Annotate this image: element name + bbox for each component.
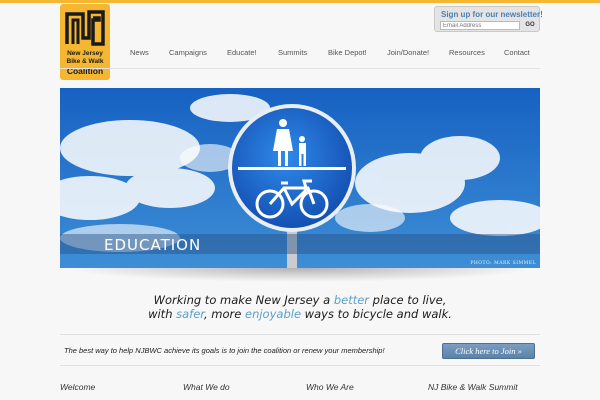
njbwc-logo-mark [65, 10, 105, 46]
tagline-line2: with safer, more enjoyable ways to bicyc… [60, 307, 540, 321]
logo-text-line2: Bike & Walk [66, 58, 104, 65]
newsletter-signup: Sign up for our newsletter! GO [434, 6, 543, 32]
nav-item-resources[interactable]: Resources [449, 48, 485, 57]
tagline-highlight-enjoyable: enjoyable [245, 307, 302, 321]
tagline-text: , more [203, 307, 245, 321]
tagline-text: with [148, 307, 177, 321]
tagline-text: ways to bicycle and walk. [301, 307, 452, 321]
newsletter-go-button[interactable]: GO [523, 21, 537, 30]
nav-item-summits[interactable]: Summits [278, 48, 307, 57]
nav-item-educate[interactable]: Educate! [227, 48, 257, 57]
nav-item-join-donate[interactable]: Join/Donate! [387, 48, 429, 57]
footer-link-what-we-do[interactable]: What We do [183, 382, 230, 392]
footer-link-summit[interactable]: NJ Bike & Walk Summit [428, 382, 518, 392]
top-accent-bar [0, 0, 600, 3]
tagline-highlight-better: better [333, 293, 370, 307]
nav-divider [60, 68, 540, 69]
hero-title: EDUCATION [104, 236, 202, 254]
email-field[interactable] [440, 21, 520, 30]
logo-text-line1: New Jersey [67, 50, 103, 57]
tagline-text: Working to make New Jersey a [153, 293, 334, 307]
newsletter-title: Sign up for our newsletter! [441, 10, 543, 19]
nav-item-campaigns[interactable]: Campaigns [169, 48, 207, 57]
footer-link-who-we-are[interactable]: Who We Are [306, 382, 354, 392]
photo-credit: PHOTO: MARK SIMMEL [470, 261, 536, 266]
main-navigation: News Campaigns Educate! Summits Bike Dep… [118, 48, 540, 64]
footer-link-welcome[interactable]: Welcome [60, 382, 95, 392]
tagline-line1: Working to make New Jersey a better plac… [60, 293, 540, 307]
section-divider [60, 365, 540, 366]
section-divider [60, 334, 540, 335]
hero-shadow [64, 268, 536, 282]
nav-item-news[interactable]: News [130, 48, 149, 57]
join-callout-text: The best way to help NJBWC achieve its g… [64, 346, 385, 355]
tagline-text: place to live, [369, 293, 447, 307]
tagline-highlight-safer: safer [176, 307, 204, 321]
nav-item-contact[interactable]: Contact [504, 48, 530, 57]
nav-item-bike-depot[interactable]: Bike Depot! [328, 48, 367, 57]
hero-banner: EDUCATION PHOTO: MARK SIMMEL [60, 88, 540, 268]
join-button[interactable]: Click here to Join » [442, 343, 535, 359]
